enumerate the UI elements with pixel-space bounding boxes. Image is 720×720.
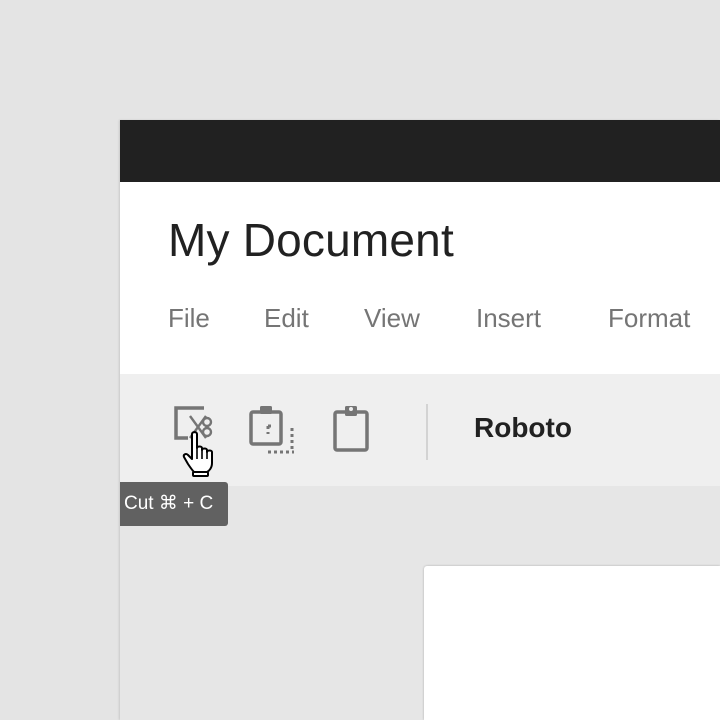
- paste-button[interactable]: [332, 404, 380, 456]
- paste-icon: [333, 406, 369, 452]
- title-bar: [120, 120, 720, 182]
- toolbar-separator: [426, 404, 428, 460]
- font-family-selector[interactable]: Roboto: [474, 410, 572, 446]
- formatting-toolbar: Roboto: [120, 374, 720, 486]
- menu-item-insert[interactable]: Insert: [476, 300, 541, 336]
- copy-icon: [249, 406, 294, 454]
- menu-item-format[interactable]: Format: [608, 300, 690, 336]
- cut-icon: [174, 406, 213, 440]
- document-header: My Document File Edit View Insert Format: [120, 182, 720, 374]
- menu-item-edit[interactable]: Edit: [264, 300, 309, 336]
- menu-item-view[interactable]: View: [364, 300, 420, 336]
- copy-button[interactable]: [248, 404, 296, 456]
- cut-button[interactable]: [170, 404, 218, 456]
- cut-tooltip: Cut ⌘ + C: [120, 482, 228, 526]
- document-page[interactable]: [424, 566, 720, 720]
- document-title[interactable]: My Document: [168, 212, 454, 268]
- menu-item-file[interactable]: File: [168, 300, 210, 336]
- editor-window: My Document File Edit View Insert Format: [120, 120, 720, 720]
